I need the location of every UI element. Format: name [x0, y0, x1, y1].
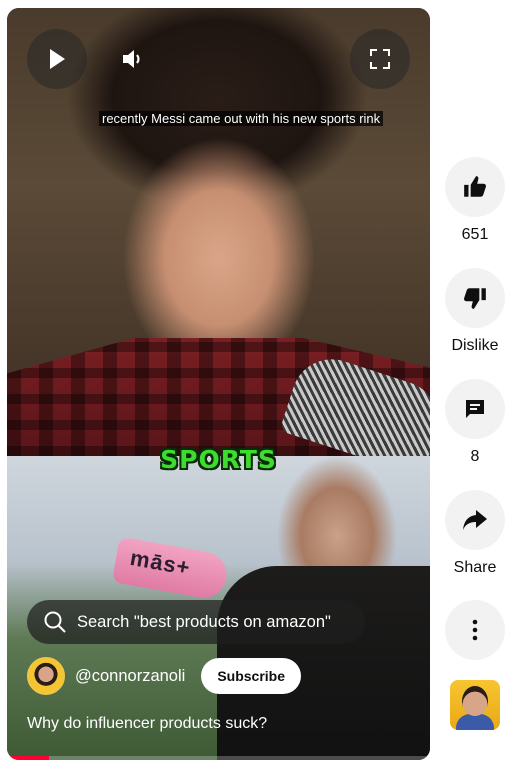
subscribe-button[interactable]: Subscribe — [201, 658, 302, 694]
search-suggestion[interactable]: Search "best products on amazon" — [27, 600, 365, 644]
fullscreen-icon — [370, 49, 390, 69]
channel-handle[interactable]: @connorzanoli — [75, 667, 185, 686]
thumbs-down-icon — [464, 288, 486, 309]
dislike-button[interactable] — [445, 268, 505, 328]
share-icon — [463, 510, 487, 530]
dislike-label: Dislike — [451, 337, 499, 354]
overlay-word: SPORTS — [160, 445, 277, 474]
thumbnail-face — [462, 686, 488, 716]
video-title[interactable]: Why do influencer products suck? — [27, 715, 267, 733]
channel-thumbnail[interactable] — [450, 680, 500, 730]
share-button[interactable] — [445, 490, 505, 550]
video-caption: recently Messi came out with his new spo… — [99, 110, 384, 127]
like-button[interactable] — [445, 157, 505, 217]
share-label: Share — [453, 559, 497, 576]
fullscreen-button[interactable] — [350, 29, 410, 89]
volume-button[interactable] — [103, 29, 163, 89]
thumbnail-body — [456, 714, 494, 730]
channel-avatar[interactable] — [27, 657, 65, 695]
comment-action: 8 — [441, 379, 509, 466]
video-player[interactable]: mās+ recently Messi came out with his ne… — [7, 8, 430, 760]
product-label: mās+ — [128, 544, 193, 581]
more-action — [441, 600, 509, 660]
channel-row: @connorzanoli Subscribe — [27, 656, 302, 696]
play-icon — [50, 49, 65, 69]
share-action: Share — [441, 490, 509, 577]
volume-icon — [123, 50, 140, 68]
more-options-button[interactable] — [445, 600, 505, 660]
dislike-action: Dislike — [441, 268, 509, 355]
comment-count: 8 — [470, 448, 480, 465]
more-vert-icon — [472, 619, 478, 641]
search-icon — [44, 611, 66, 633]
like-count: 651 — [461, 226, 489, 243]
comment-icon — [466, 400, 484, 418]
progress-bar[interactable] — [7, 756, 430, 760]
search-suggestion-text: Search "best products on amazon" — [77, 612, 331, 631]
comment-button[interactable] — [445, 379, 505, 439]
progress-fill — [7, 756, 50, 760]
product-bottle: mās+ — [111, 536, 231, 602]
play-button[interactable] — [27, 29, 87, 89]
like-action: 651 — [441, 157, 509, 244]
thumbs-up-icon — [464, 176, 486, 197]
